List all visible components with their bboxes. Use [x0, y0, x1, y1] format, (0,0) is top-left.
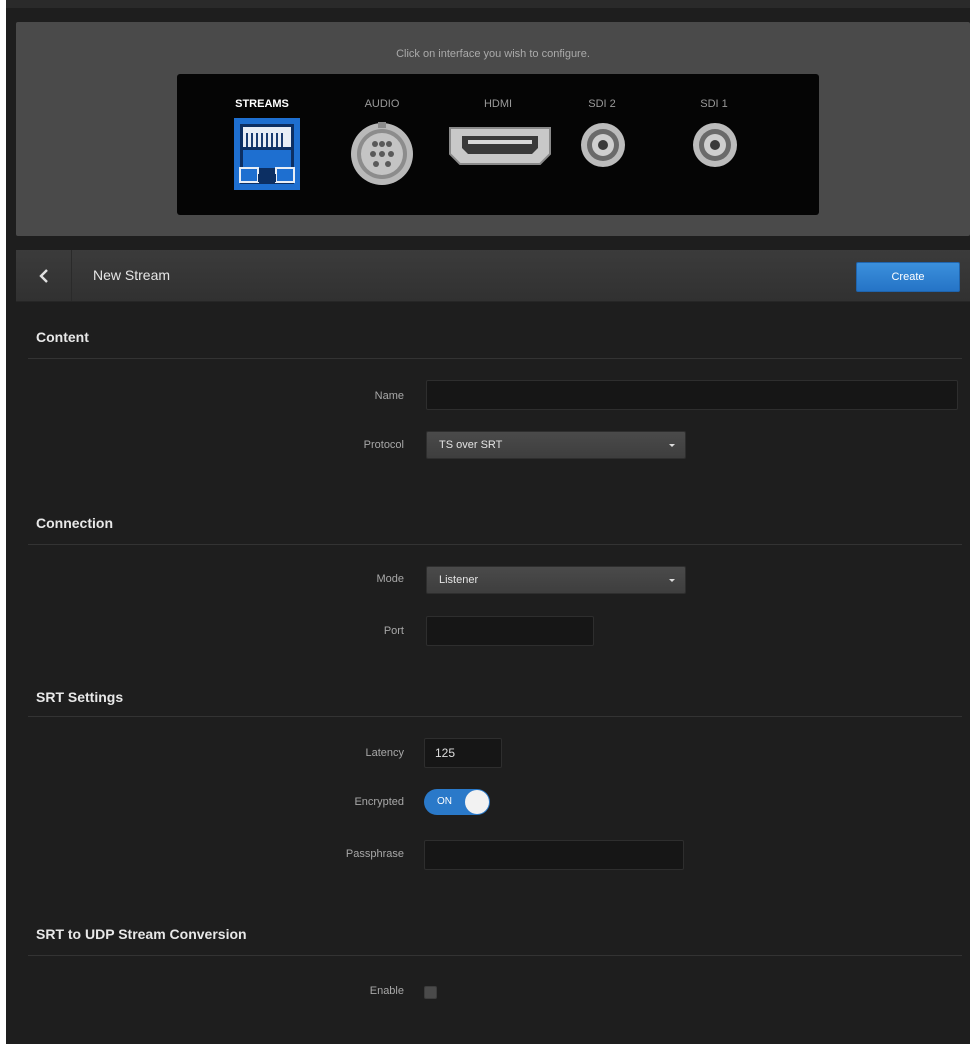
top-edge [6, 0, 970, 8]
name-input[interactable] [426, 380, 958, 410]
divider [28, 544, 962, 545]
interface-label-hdmi: HDMI [483, 98, 513, 110]
latency-input[interactable]: 125 [424, 738, 502, 768]
page-header: New Stream Create [16, 250, 970, 302]
audio-connector-icon [351, 122, 413, 185]
protocol-select[interactable]: TS over SRT [426, 431, 686, 459]
toggle-state: ON [437, 796, 452, 807]
protocol-label: Protocol [363, 439, 404, 451]
interface-sdi-1[interactable]: SDI 1 [659, 74, 769, 215]
passphrase-input[interactable] [424, 840, 684, 870]
caret-down-icon [669, 444, 675, 447]
port-input[interactable] [426, 616, 594, 646]
chevron-left-icon [38, 268, 48, 283]
interface-label-sdi-1: SDI 1 [700, 98, 728, 110]
ethernet-port-icon [234, 118, 300, 190]
app-frame: Click on interface you wish to configure… [6, 0, 970, 1044]
divider [28, 716, 962, 717]
enable-checkbox[interactable] [424, 986, 437, 999]
interface-label-audio: AUDIO [364, 98, 400, 110]
name-label: Name [374, 390, 404, 402]
enable-label: Enable [369, 985, 404, 997]
hdmi-port-icon [449, 127, 551, 165]
mode-select[interactable]: Listener [426, 566, 686, 594]
latency-label: Latency [365, 747, 404, 759]
interface-sdi-2[interactable]: SDI 2 [547, 74, 657, 215]
page-title: New Stream [93, 267, 171, 283]
mode-label: Mode [376, 573, 404, 585]
mode-value: Listener [439, 574, 479, 586]
interface-selector-panel: Click on interface you wish to configure… [16, 22, 970, 236]
create-button[interactable]: Create [856, 262, 960, 292]
interface-audio[interactable]: AUDIO [327, 74, 437, 215]
port-label: Port [383, 625, 404, 637]
bnc-connector-icon [581, 123, 625, 167]
toggle-knob [465, 790, 489, 814]
interface-strip: STREAMS AUDIO HDMI SDI 2 SDI 1 [177, 74, 819, 215]
divider [28, 358, 962, 359]
section-title-srt-settings: SRT Settings [36, 689, 124, 705]
interface-label-sdi-2: SDI 2 [588, 98, 616, 110]
interface-streams[interactable]: STREAMS [207, 74, 317, 215]
passphrase-label: Passphrase [345, 848, 404, 860]
back-button[interactable] [16, 250, 72, 301]
bnc-connector-icon [693, 123, 737, 167]
caret-down-icon [669, 579, 675, 582]
encrypted-toggle[interactable]: ON [424, 789, 490, 815]
section-title-content: Content [36, 329, 89, 345]
divider [28, 955, 962, 956]
interface-hint: Click on interface you wish to configure… [396, 48, 590, 60]
section-title-srt-to-udp: SRT to UDP Stream Conversion [36, 926, 247, 942]
section-title-connection: Connection [36, 515, 113, 531]
encrypted-label: Encrypted [354, 796, 404, 808]
interface-label-streams: STREAMS [235, 98, 289, 110]
interface-hdmi[interactable]: HDMI [443, 74, 553, 215]
protocol-value: TS over SRT [439, 439, 503, 451]
